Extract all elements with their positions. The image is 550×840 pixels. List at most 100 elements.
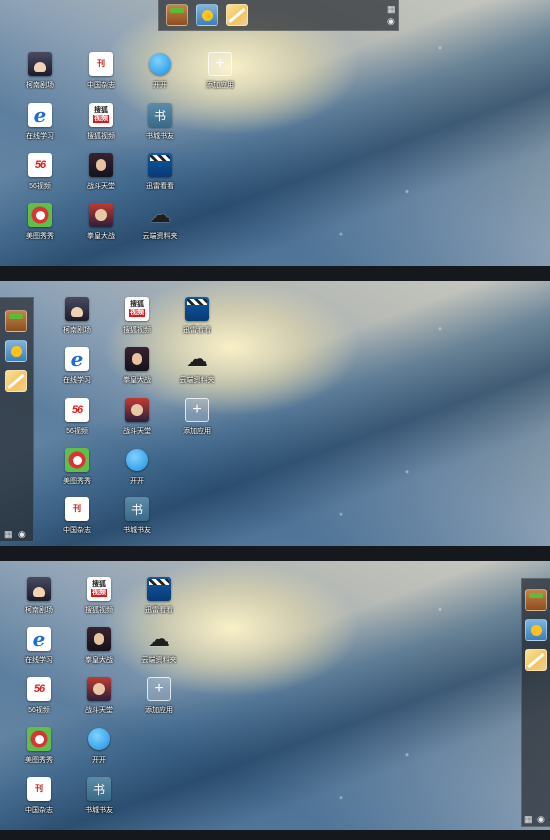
desktop-icon-56video[interactable]: 56 56视频 [17, 153, 63, 191]
sun-weather-icon[interactable] [525, 619, 547, 641]
grid-icon[interactable]: ▦ [387, 5, 396, 14]
desktop-icon-clapper[interactable]: 迅雷看看 [137, 153, 183, 191]
icon-label: 56视频 [29, 183, 51, 190]
desktop-icon-ie[interactable]: e 在线学习 [54, 347, 100, 385]
conan-icon [27, 577, 51, 601]
desktop-icon-meitu[interactable]: 美图秀秀 [17, 203, 63, 241]
desktop-icon-sohu-video[interactable]: 搜狐 视频 搜狐视频 [76, 577, 122, 615]
icon-label: 添加应用 [183, 428, 211, 435]
grid-icon[interactable]: ▦ [524, 815, 533, 824]
add-icon: + [147, 677, 171, 701]
desktop-icon-book[interactable]: 书 书城书友 [114, 497, 160, 535]
icon-label: 中国杂志 [87, 82, 115, 89]
desktop-icon-conan[interactable]: 柯南剧场 [16, 577, 62, 615]
desktop-icon-ie[interactable]: e 在线学习 [16, 627, 62, 665]
desktop-icon-magazine[interactable]: 刊 中国杂志 [54, 497, 100, 535]
add-app-button[interactable]: + 添加应用 [136, 677, 182, 715]
desktop-icon-fighter[interactable]: 战斗天堂 [76, 677, 122, 715]
desktop-icon-fighter[interactable]: 战斗天堂 [114, 398, 160, 436]
desktop-icon-sohu-video[interactable]: 搜狐 视频 搜狐视频 [78, 103, 124, 141]
map-icon[interactable] [226, 4, 248, 26]
sohu-line2: 视频 [93, 115, 109, 123]
desktop-icon-guy[interactable]: 拳皇大战 [76, 627, 122, 665]
icon-label: 云端资料夹 [179, 377, 215, 384]
screen-separator [0, 546, 550, 561]
sun-weather-icon[interactable] [5, 340, 27, 362]
desktop-icon-clapper[interactable]: 迅雷看看 [174, 297, 220, 335]
desktop-icon-fighter-2[interactable]: 拳皇大战 [78, 203, 124, 241]
video56-icon: 56 [28, 153, 52, 177]
add-app-button[interactable]: + 添加应用 [197, 52, 243, 90]
settings-icon[interactable]: ◉ [387, 17, 395, 26]
gift-box-icon[interactable] [166, 4, 188, 26]
clapper-icon [147, 577, 171, 601]
desktop-icon-sohu-video[interactable]: 搜狐 视频 搜狐视频 [114, 297, 160, 335]
icon-label: 战斗天堂 [87, 183, 115, 190]
icon-label: 拳皇大战 [85, 657, 113, 664]
icon-label: 在线学习 [63, 377, 91, 384]
icon-label: 搜狐视频 [87, 133, 115, 140]
desktop-icon-56video[interactable]: 56 56视频 [16, 677, 62, 715]
sohu-line1: 搜狐 [94, 107, 108, 114]
add-icon: + [208, 52, 232, 76]
settings-icon[interactable]: ◉ [537, 815, 545, 824]
map-icon[interactable] [5, 370, 27, 392]
desktop-screen-top-dock: ▦ ◉ 柯南剧场 刊 中国杂志 开开 + 添加应用 e 在线学习 搜狐 视频 搜… [0, 0, 550, 266]
fighter-icon [125, 398, 149, 422]
gift-box-icon[interactable] [5, 310, 27, 332]
desktop-icon-conan[interactable]: 柯南剧场 [54, 297, 100, 335]
map-icon[interactable] [525, 649, 547, 671]
book-icon: 书 [148, 103, 172, 127]
desktop-icon-cloud[interactable]: ☁ 云端资料夹 [137, 202, 183, 241]
guy-icon [125, 347, 149, 371]
book-icon: 书 [87, 777, 111, 801]
sun-weather-icon[interactable] [196, 4, 218, 26]
icon-label: 在线学习 [26, 133, 54, 140]
icon-label: 柯南剧场 [25, 607, 53, 614]
cloud-icon: ☁ [148, 626, 170, 651]
icon-label: 美图秀秀 [25, 757, 53, 764]
desktop-icon-conan[interactable]: 柯南剧场 [17, 52, 63, 90]
desktop-icon-guy[interactable]: 拳皇大战 [114, 347, 160, 385]
meitu-icon [27, 727, 51, 751]
desktop-icon-chat[interactable]: 开开 [137, 52, 183, 90]
book-icon: 书 [125, 497, 149, 521]
cloud-icon: ☁ [149, 202, 171, 227]
icon-label: 56视频 [28, 707, 50, 714]
desktop-icon-magazine[interactable]: 刊 中国杂志 [78, 52, 124, 90]
icon-label: 书城书友 [146, 133, 174, 140]
conan-icon [65, 297, 89, 321]
desktop-screen-left-dock: ▦ ◉ 柯南剧场 搜狐 视频 搜狐视频 迅雷看看 e 在线学习 拳皇大战 ☁ 云… [0, 281, 550, 546]
desktop-icon-ie[interactable]: e 在线学习 [17, 103, 63, 141]
desktop-icon-fighter[interactable]: 战斗天堂 [78, 153, 124, 191]
video56-icon: 56 [27, 677, 51, 701]
ie-icon: e [65, 347, 89, 371]
desktop-icon-meitu[interactable]: 美图秀秀 [16, 727, 62, 765]
dock-right: ▦ ◉ [521, 578, 550, 827]
fighter-icon [89, 203, 113, 227]
icon-label: 拳皇大战 [123, 377, 151, 384]
icon-label: 添加应用 [145, 707, 173, 714]
desktop-icon-book[interactable]: 书 书城书友 [137, 103, 183, 141]
desktop-icon-cloud[interactable]: ☁ 云端资料夹 [136, 626, 182, 665]
desktop-icon-magazine[interactable]: 刊 中国杂志 [16, 777, 62, 815]
desktop-icon-book[interactable]: 书 书城书友 [76, 777, 122, 815]
fighter-icon [89, 153, 113, 177]
icon-label: 书城书友 [85, 807, 113, 814]
desktop-icon-cloud[interactable]: ☁ 云端资料夹 [174, 346, 220, 385]
desktop-icon-chat[interactable]: 开开 [114, 448, 160, 486]
desktop-icon-chat[interactable]: 开开 [76, 727, 122, 765]
gift-box-icon[interactable] [525, 589, 547, 611]
desktop-icon-56video[interactable]: 56 56视频 [54, 398, 100, 436]
icon-label: 柯南剧场 [63, 327, 91, 334]
settings-icon[interactable]: ◉ [18, 530, 26, 539]
sohu-line1: 搜狐 [130, 301, 144, 308]
icon-label: 书城书友 [123, 527, 151, 534]
add-app-button[interactable]: + 添加应用 [174, 398, 220, 436]
desktop-icon-meitu[interactable]: 美图秀秀 [54, 448, 100, 486]
grid-icon[interactable]: ▦ [4, 530, 13, 539]
desktop-icon-clapper[interactable]: 迅雷看看 [136, 577, 182, 615]
magazine-icon: 刊 [27, 777, 51, 801]
icon-label: 开开 [130, 478, 144, 485]
sohu-line1: 搜狐 [92, 581, 106, 588]
